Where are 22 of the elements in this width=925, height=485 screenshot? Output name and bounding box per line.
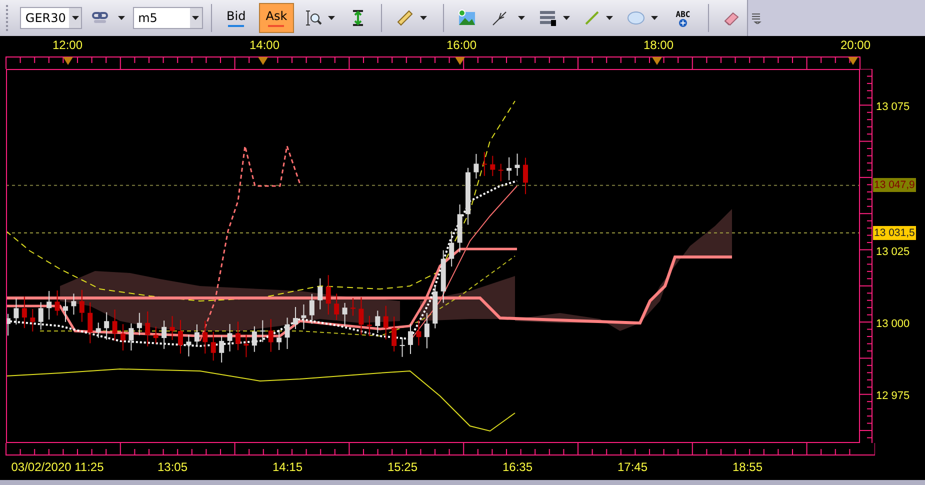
time-label: 14:15	[271, 460, 304, 474]
price-label: 13 000	[875, 317, 911, 331]
time-label: 18:00	[642, 38, 675, 54]
time-label: 16:35	[501, 460, 534, 474]
time-label: 15:25	[386, 460, 419, 474]
price-label: 13 075	[875, 100, 911, 114]
time-label: 14:00	[248, 38, 281, 54]
time-label: 16:00	[445, 38, 478, 54]
price-marker: 13 031,5	[873, 226, 916, 240]
time-label: 17:45	[616, 460, 649, 474]
time-label: 18:55	[731, 460, 764, 474]
time-label: 12:00	[51, 38, 84, 54]
time-label: 13:05	[156, 460, 189, 474]
price-marker: 13 047,9	[873, 178, 916, 192]
price-label: 13 025	[875, 244, 911, 259]
quote-button[interactable]: Bid	[220, 3, 253, 33]
time-label: 20:00	[839, 38, 872, 54]
price-label: 12 975	[875, 389, 911, 404]
symbol-dropdown[interactable]: GER30	[20, 7, 82, 29]
time-label: 03/02/2020 11:25	[10, 460, 105, 474]
quote-button[interactable]: Ask	[258, 3, 294, 33]
timeframe-dropdown[interactable]: m5	[133, 7, 203, 29]
